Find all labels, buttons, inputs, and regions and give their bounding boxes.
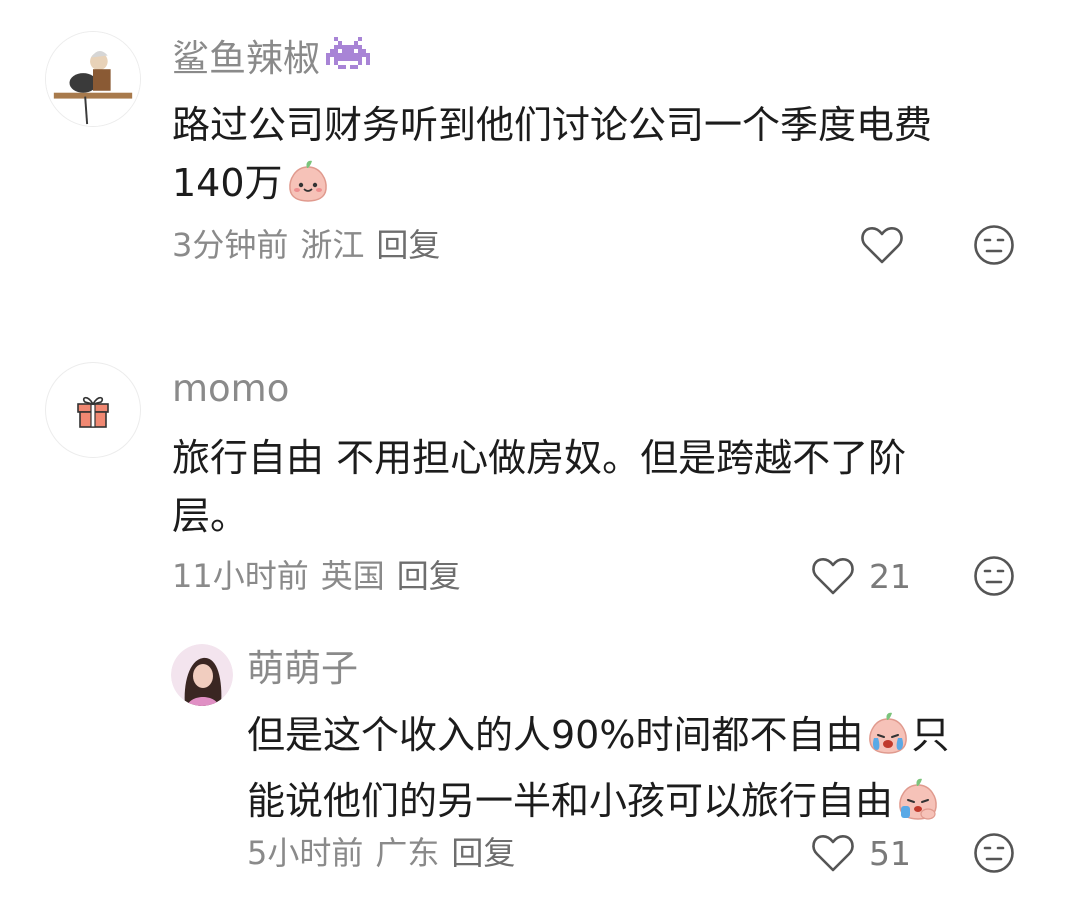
comment-location: 浙江 [300, 226, 365, 264]
comment-text-line: 路过公司财务听到他们讨论公司一个季度电费 [172, 103, 933, 147]
comment-username[interactable]: 萌萌子 [247, 650, 358, 687]
comment-username[interactable]: 鲨鱼辣椒 [172, 37, 370, 83]
comment-text: 路过公司财务听到他们讨论公司一个季度电费 140万 [172, 96, 932, 220]
reply-button[interactable]: 回复 [376, 226, 440, 264]
comment-text: 旅行自由 不用担心做房奴。但是跨越不了阶 层。 [172, 429, 906, 545]
like-count: 51 [869, 833, 911, 873]
comment-time: 11小时前 [172, 557, 309, 595]
smiling-peach-emoji-icon [285, 158, 331, 220]
dislike-button[interactable] [973, 224, 1015, 270]
comment-text-line: 旅行自由 不用担心做房奴。但是跨越不了阶 [172, 436, 907, 480]
comment-text-line: 140万 [172, 154, 932, 220]
comment-text-line: 能说他们的另一半和小孩可以旅行自由 [247, 772, 949, 838]
heart-outline-icon [812, 835, 854, 872]
neutral-face-icon [974, 556, 1014, 596]
dislike-button[interactable] [973, 832, 1015, 878]
avatar[interactable] [171, 644, 233, 706]
comment-time: 5小时前 [247, 834, 364, 872]
comment-text: 但是这个收入的人90%时间都不自由 只 能说他们的另一半和小孩可以旅行自由 [247, 706, 949, 838]
comment-text-line: 但是这个收入的人90%时间都不自由 只 [247, 706, 949, 772]
comment-text-line: 层。 [172, 494, 249, 538]
comment-username[interactable]: momo [172, 370, 289, 407]
like-button[interactable]: 51 [811, 833, 911, 873]
comment-location: 英国 [320, 557, 385, 595]
dislike-button[interactable] [973, 555, 1015, 601]
like-button[interactable] [860, 225, 918, 265]
like-button[interactable]: 21 [811, 556, 911, 596]
comment-meta: 3分钟前 浙江 回复 [172, 229, 452, 261]
like-count: 21 [869, 556, 911, 596]
crying-peach-emoji-icon [865, 710, 911, 772]
comment-time: 3分钟前 [172, 226, 289, 264]
neutral-face-icon [974, 225, 1014, 265]
reply-button[interactable]: 回复 [397, 557, 461, 595]
gift-icon [77, 396, 109, 428]
comment-meta: 11小时前 英国 回复 [172, 560, 473, 592]
neutral-face-icon [974, 833, 1014, 873]
avatar[interactable] [45, 31, 141, 127]
heart-outline-icon [861, 227, 903, 264]
reply-button[interactable]: 回复 [451, 834, 515, 872]
comment-meta: 5小时前 广东 回复 [247, 837, 527, 869]
space-invader-icon [326, 37, 370, 83]
heart-outline-icon [812, 558, 854, 595]
avatar[interactable] [45, 362, 141, 458]
avatar-photo-icon [171, 644, 233, 706]
sobbing-peach-emoji-icon [895, 776, 941, 838]
avatar-illustration-icon [46, 32, 140, 126]
comment-location: 广东 [375, 834, 440, 872]
